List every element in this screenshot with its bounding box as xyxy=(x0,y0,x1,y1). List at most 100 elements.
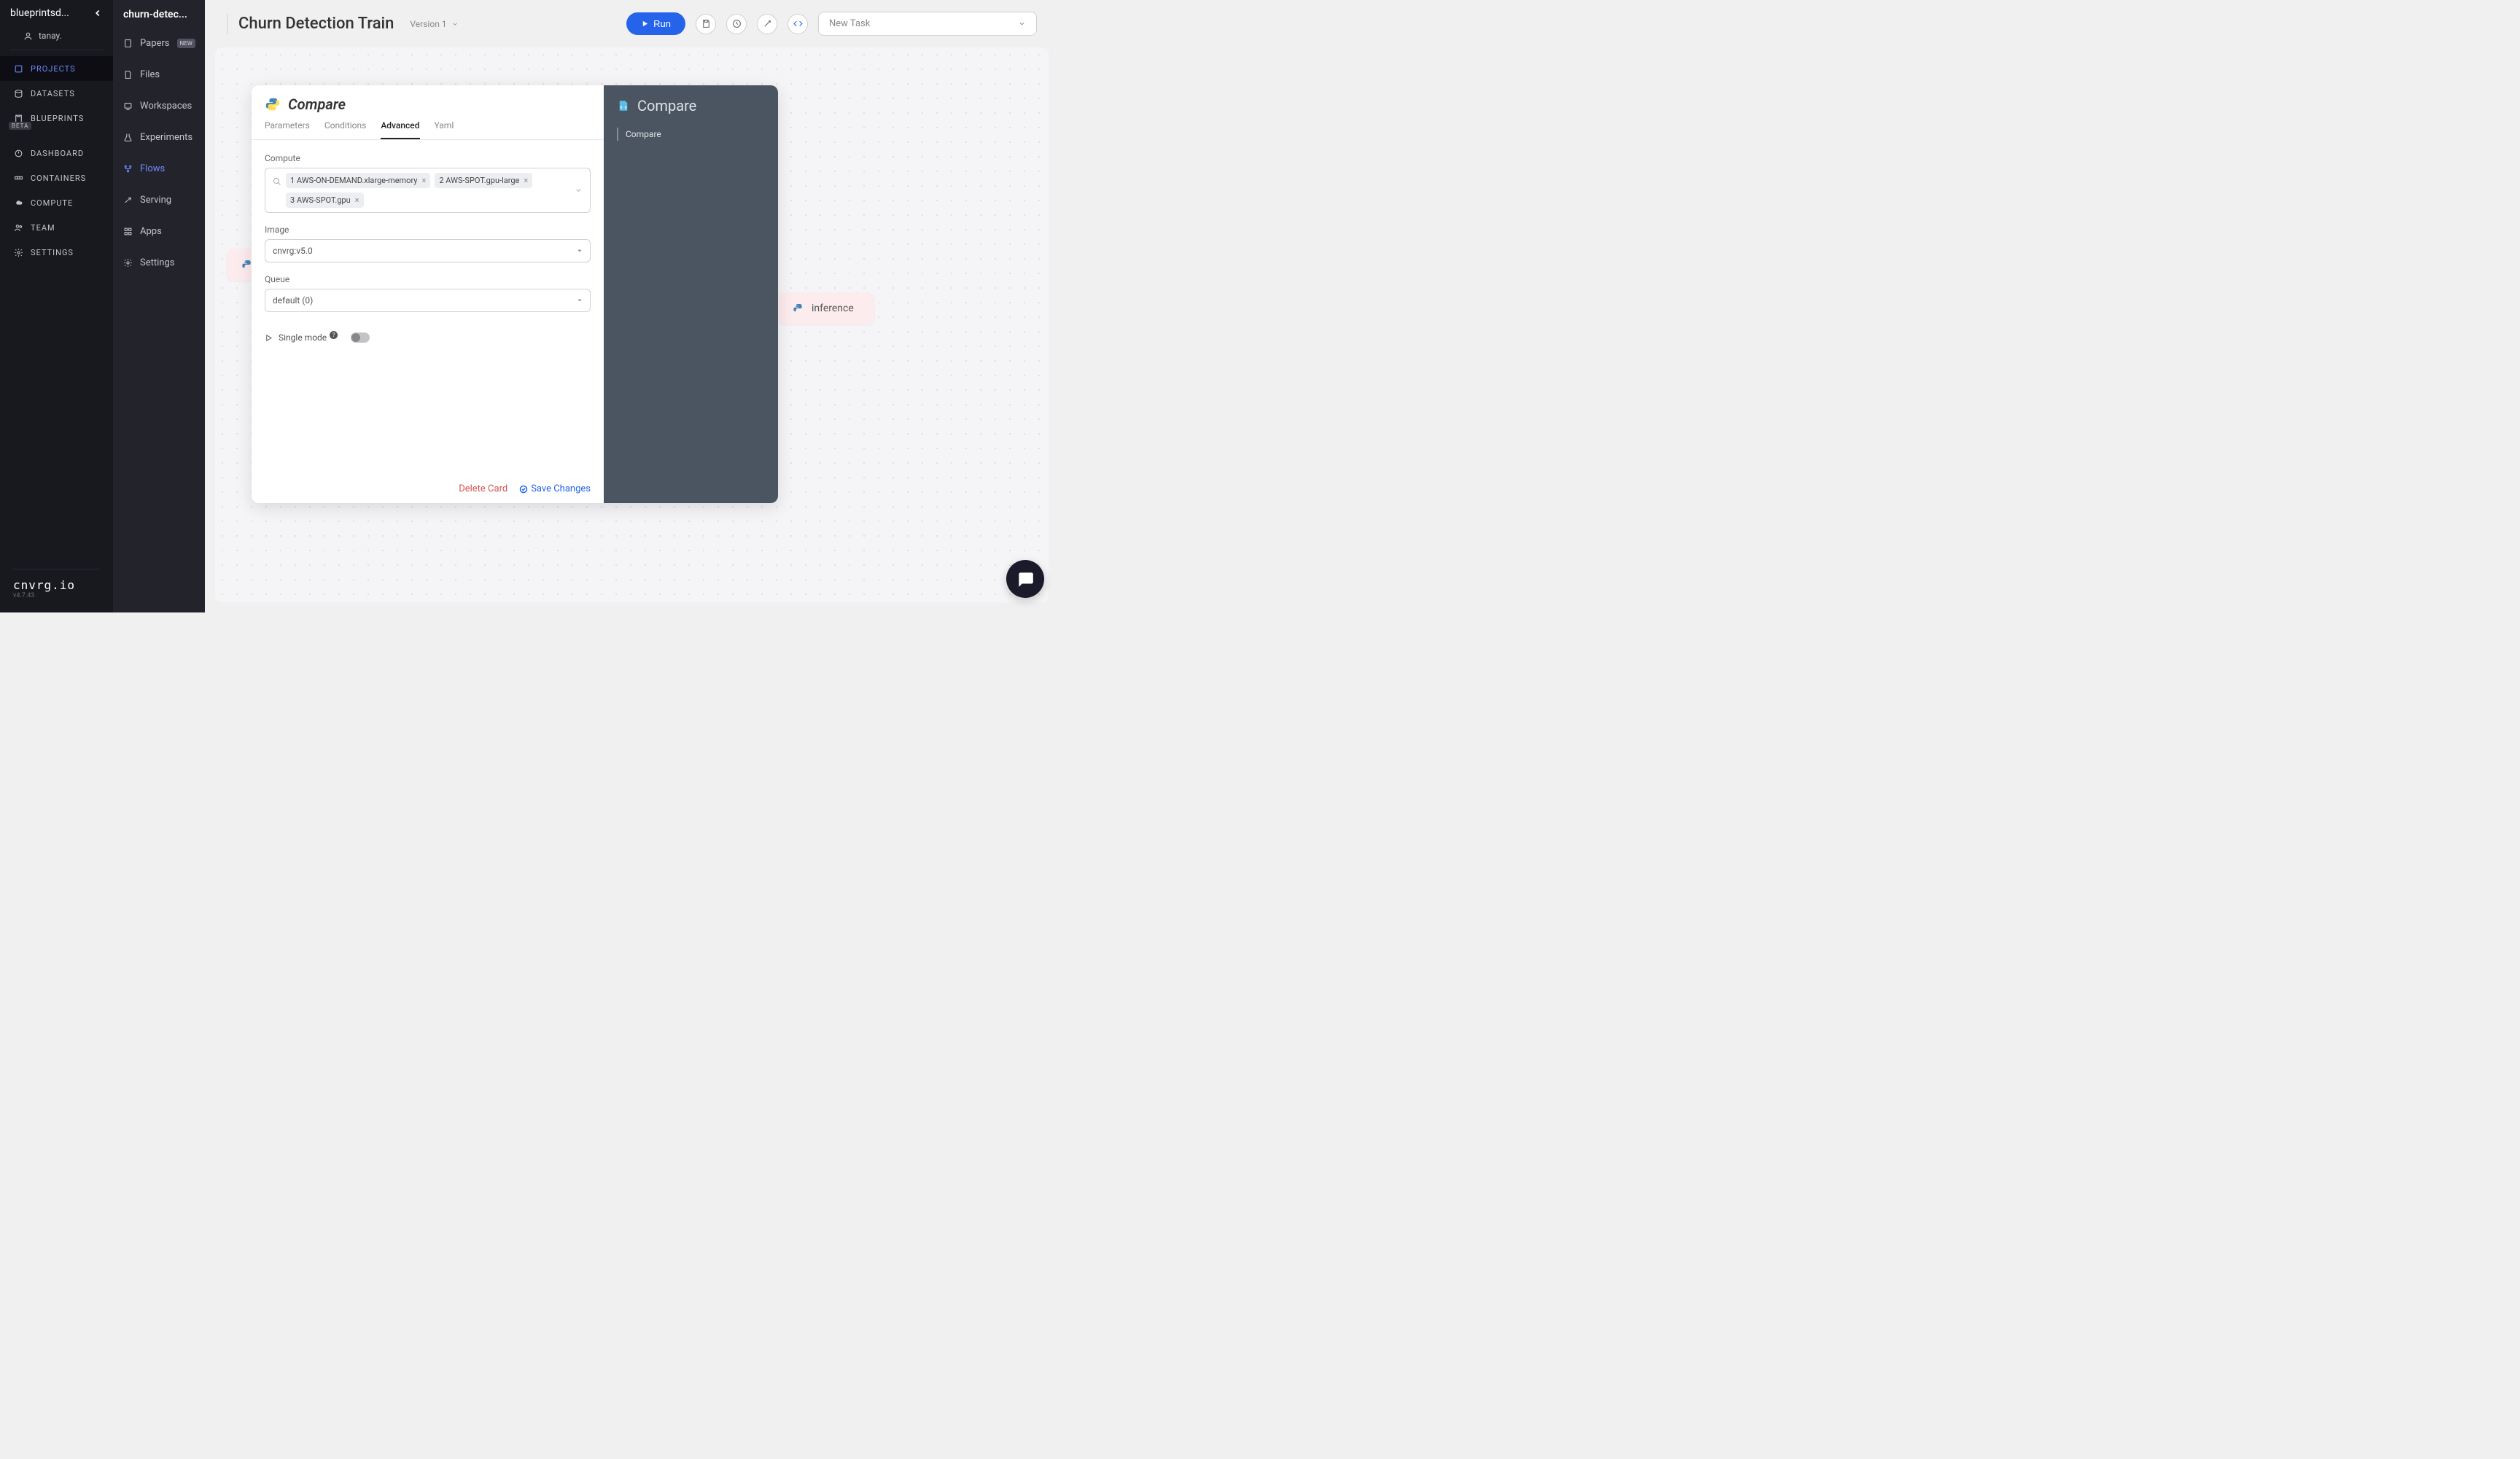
sub-serving[interactable]: Serving xyxy=(113,184,205,216)
chat-icon xyxy=(1016,569,1035,588)
tab-parameters[interactable]: Parameters xyxy=(265,120,310,139)
experiments-icon xyxy=(123,133,133,142)
beta-badge: BETA xyxy=(9,122,31,130)
close-icon[interactable]: × xyxy=(355,195,359,205)
user-name: tanay. xyxy=(39,31,62,41)
caret-down-icon xyxy=(577,297,583,303)
nav-containers[interactable]: CONTAINERS xyxy=(0,166,113,190)
sub-flows[interactable]: Flows xyxy=(113,153,205,184)
compute-chip[interactable]: 1 AWS-ON-DEMAND.xlarge-memory × xyxy=(286,173,430,188)
org-name: blueprintsd... xyxy=(10,7,69,19)
compute-chip[interactable]: 2 AWS-SPOT.gpu-large × xyxy=(435,173,532,188)
datasets-icon xyxy=(13,88,23,98)
sub-files[interactable]: Files xyxy=(113,59,205,90)
image-select[interactable]: cnvrg:v5.0 xyxy=(265,239,591,262)
flows-icon xyxy=(123,164,133,174)
flow-canvas[interactable]: inference Compare Parameters Con xyxy=(215,47,1049,602)
python-icon xyxy=(793,303,804,314)
projects-icon xyxy=(13,63,23,74)
sidebar-main: blueprintsd... tanay. PROJECTS DATASETS xyxy=(0,0,113,612)
nav-compute[interactable]: COMPUTE xyxy=(0,190,113,215)
nav-datasets[interactable]: DATASETS xyxy=(0,81,113,106)
brand-logo: cnvrg.io xyxy=(13,578,100,592)
code-icon-button[interactable] xyxy=(788,14,808,34)
tab-conditions[interactable]: Conditions xyxy=(324,120,366,139)
compute-icon xyxy=(13,198,23,208)
nav-team[interactable]: TEAM xyxy=(0,215,113,240)
main-area: Churn Detection Train Version 1 Run xyxy=(205,0,1059,612)
files-icon xyxy=(123,70,133,79)
containers-icon xyxy=(13,173,23,183)
chevron-down-icon[interactable] xyxy=(575,187,583,195)
project-title: churn-detec... xyxy=(113,0,205,28)
sub-experiments[interactable]: Experiments xyxy=(113,122,205,153)
brand-version: v4.7.43 xyxy=(13,592,100,599)
wand-icon xyxy=(763,19,772,28)
help-icon[interactable]: ? xyxy=(330,331,338,339)
sub-apps[interactable]: Apps xyxy=(113,216,205,247)
tab-yaml[interactable]: Yaml xyxy=(435,120,454,139)
user-icon xyxy=(23,31,33,41)
node-label: inference xyxy=(812,303,854,314)
flow-node-inference[interactable]: inference xyxy=(778,292,874,324)
nav-settings[interactable]: SETTINGS xyxy=(0,240,113,265)
right-subtitle: Compare xyxy=(617,128,765,141)
modal-tabs: Parameters Conditions Advanced Yaml xyxy=(252,113,604,140)
dashboard-icon xyxy=(13,148,23,158)
serving-icon xyxy=(123,195,133,205)
gear-icon xyxy=(13,247,23,257)
history-icon-button[interactable] xyxy=(726,14,747,34)
save-icon-button[interactable] xyxy=(696,14,716,34)
compute-chip[interactable]: 3 AWS-SPOT.gpu × xyxy=(286,192,364,208)
nav-projects[interactable]: PROJECTS xyxy=(0,56,113,81)
chat-widget[interactable] xyxy=(1006,560,1044,598)
nav-blueprints[interactable]: BLUEPRINTS BETA xyxy=(0,106,113,131)
sidebar-sub: churn-detec... Papers NEW Files Workspac… xyxy=(113,0,205,612)
python-icon xyxy=(265,96,281,112)
right-title: Compare xyxy=(637,97,696,114)
close-icon[interactable]: × xyxy=(524,176,528,185)
compute-label: Compute xyxy=(265,153,591,163)
clock-icon xyxy=(732,19,742,28)
team-icon xyxy=(13,222,23,233)
delete-card-button[interactable]: Delete Card xyxy=(459,483,508,494)
page-title: Churn Detection Train xyxy=(238,15,394,33)
nav-dashboard[interactable]: DASHBOARD xyxy=(0,141,113,166)
chevron-down-icon xyxy=(451,20,459,28)
sub-papers[interactable]: Papers NEW xyxy=(113,28,205,59)
topbar: Churn Detection Train Version 1 Run xyxy=(205,0,1059,47)
papers-icon xyxy=(123,39,133,48)
save-icon xyxy=(701,19,711,28)
caret-down-icon xyxy=(577,248,583,254)
compare-modal: Compare Parameters Conditions Advanced Y… xyxy=(252,85,778,503)
single-mode-label: Single mode xyxy=(279,332,327,343)
save-changes-button[interactable]: Save Changes xyxy=(519,483,591,494)
sub-settings[interactable]: Settings xyxy=(113,247,205,279)
search-icon xyxy=(273,177,281,186)
run-button[interactable]: Run xyxy=(626,12,685,35)
chevron-down-icon xyxy=(1018,20,1026,28)
check-icon xyxy=(519,485,528,494)
magic-icon-button[interactable] xyxy=(757,14,777,34)
close-icon[interactable]: × xyxy=(422,176,427,185)
new-task-selector[interactable]: New Task xyxy=(818,12,1037,36)
queue-select[interactable]: default (0) xyxy=(265,289,591,312)
topbar-divider xyxy=(227,14,228,34)
new-badge: NEW xyxy=(177,39,195,48)
compute-multiselect[interactable]: 1 AWS-ON-DEMAND.xlarge-memory × 2 AWS-SP… xyxy=(265,168,591,213)
play-icon xyxy=(641,20,649,28)
modal-title: Compare xyxy=(288,96,346,113)
code-file-icon xyxy=(617,99,630,112)
version-selector[interactable]: Version 1 xyxy=(410,19,458,29)
chevron-left-icon[interactable] xyxy=(93,8,103,18)
single-mode-toggle[interactable] xyxy=(351,332,370,343)
gear-icon xyxy=(123,258,133,268)
workspaces-icon xyxy=(123,101,133,111)
code-icon xyxy=(793,19,803,28)
tab-advanced[interactable]: Advanced xyxy=(381,120,419,139)
sub-workspaces[interactable]: Workspaces xyxy=(113,90,205,122)
play-outline-icon xyxy=(265,334,273,342)
user-row[interactable]: tanay. xyxy=(10,26,103,50)
apps-icon xyxy=(123,227,133,236)
modal-right-panel: Compare Compare xyxy=(604,85,778,503)
